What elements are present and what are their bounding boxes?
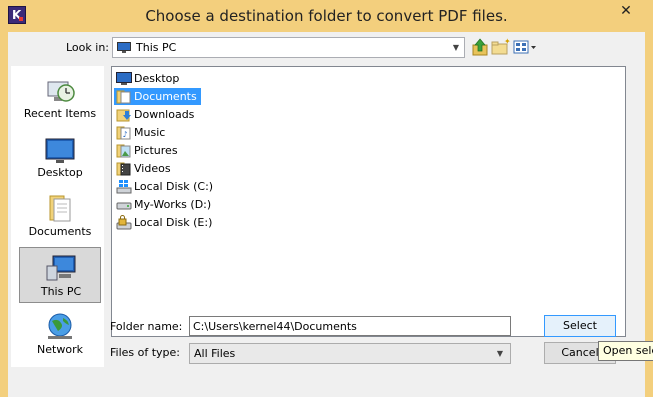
list-item[interactable]: ♪ Music bbox=[114, 124, 169, 141]
svg-text:✦: ✦ bbox=[504, 38, 511, 46]
place-label: Documents bbox=[28, 225, 92, 238]
window-title: Choose a destination folder to convert P… bbox=[145, 7, 508, 25]
item-label: Local Disk (C:) bbox=[134, 180, 214, 193]
look-in-dropdown[interactable]: This PC ▼ bbox=[112, 37, 465, 58]
new-folder-icon[interactable]: ✦ bbox=[491, 38, 511, 56]
item-label: Downloads bbox=[134, 108, 195, 121]
view-menu-icon[interactable] bbox=[513, 38, 537, 56]
list-item[interactable]: Desktop bbox=[114, 70, 183, 87]
files-of-type-dropdown[interactable]: All Files ▼ bbox=[189, 343, 511, 364]
pictures-folder-icon bbox=[116, 144, 131, 158]
desktop-icon bbox=[45, 138, 75, 163]
network-icon bbox=[48, 313, 72, 339]
recent-items-icon bbox=[47, 81, 75, 102]
list-item[interactable]: Pictures bbox=[114, 142, 182, 159]
chevron-down-icon[interactable]: ▼ bbox=[493, 344, 507, 363]
place-network[interactable]: Network bbox=[19, 306, 101, 362]
list-item[interactable]: Videos bbox=[114, 160, 175, 177]
list-item[interactable]: Local Disk (E:) bbox=[114, 214, 216, 231]
videos-folder-icon bbox=[116, 162, 131, 176]
list-item[interactable]: Downloads bbox=[114, 106, 198, 123]
desktop-icon bbox=[116, 72, 132, 85]
look-in-value: This PC bbox=[136, 41, 177, 54]
list-item[interactable]: My-Works (D:) bbox=[114, 196, 215, 213]
drive-icon bbox=[116, 202, 132, 210]
place-this-pc[interactable]: This PC bbox=[19, 247, 101, 303]
up-folder-icon[interactable] bbox=[472, 38, 488, 56]
documents-icon bbox=[49, 195, 71, 222]
list-item-selected[interactable]: Documents bbox=[114, 88, 201, 105]
item-label: Music bbox=[134, 126, 166, 139]
place-label: Desktop bbox=[37, 166, 83, 179]
folder-name-label: Folder name: bbox=[110, 320, 183, 333]
item-label: Pictures bbox=[134, 144, 178, 157]
chevron-down-icon[interactable]: ▼ bbox=[447, 38, 464, 57]
item-label: Videos bbox=[134, 162, 171, 175]
svg-text:♪: ♪ bbox=[123, 130, 128, 139]
item-label: Documents bbox=[134, 90, 197, 103]
documents-folder-icon bbox=[116, 90, 131, 104]
windows-drive-icon bbox=[116, 180, 132, 194]
item-label: Local Disk (E:) bbox=[134, 216, 213, 229]
folder-name-input[interactable] bbox=[189, 316, 511, 336]
downloads-folder-icon bbox=[116, 109, 131, 122]
music-folder-icon: ♪ bbox=[116, 126, 131, 140]
dialog-window: K Choose a destination folder to convert… bbox=[0, 0, 653, 397]
place-recent-items[interactable]: Recent Items bbox=[19, 70, 101, 126]
close-icon[interactable]: ✕ bbox=[605, 0, 647, 22]
list-item[interactable]: Local Disk (C:) bbox=[114, 178, 217, 195]
title-bar[interactable]: K Choose a destination folder to convert… bbox=[0, 0, 653, 32]
place-label: This PC bbox=[40, 285, 82, 298]
item-label: My-Works (D:) bbox=[134, 198, 212, 211]
places-bar: Recent Items Desktop Documents This PC N… bbox=[11, 66, 104, 367]
locked-drive-icon bbox=[116, 215, 132, 230]
place-documents[interactable]: Documents bbox=[19, 188, 101, 244]
files-of-type-label: Files of type: bbox=[110, 346, 181, 359]
this-pc-icon bbox=[117, 42, 131, 53]
dialog-body: Look in: This PC ▼ ✦ Recent Items Deskto… bbox=[8, 32, 653, 397]
place-label: Network bbox=[37, 343, 83, 356]
select-button[interactable]: Select bbox=[544, 315, 616, 337]
this-pc-icon bbox=[46, 255, 76, 281]
place-desktop[interactable]: Desktop bbox=[19, 129, 101, 185]
tooltip: Open sele bbox=[598, 341, 653, 361]
files-of-type-value: All Files bbox=[194, 347, 236, 360]
place-label: Recent Items bbox=[23, 107, 97, 120]
look-in-label: Look in: bbox=[66, 41, 109, 54]
file-list[interactable]: Desktop Documents Downloads ♪ Music Pict… bbox=[111, 66, 626, 337]
item-label: Desktop bbox=[134, 72, 180, 85]
